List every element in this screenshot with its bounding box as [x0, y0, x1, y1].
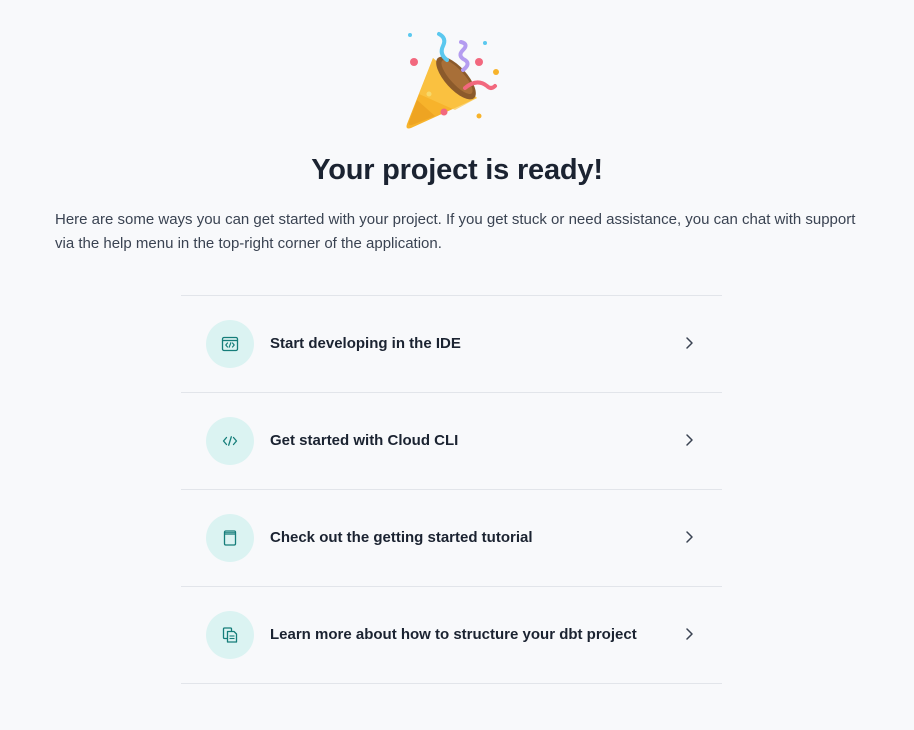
project-ready-page: Your project is ready! Here are some way…: [0, 0, 914, 730]
option-label: Check out the getting started tutorial: [270, 529, 533, 546]
documents-icon: [222, 627, 238, 643]
option-cloud-cli[interactable]: Get started with Cloud CLI: [181, 393, 722, 490]
party-popper-icon: [406, 32, 499, 129]
book-icon: [223, 530, 237, 546]
option-icon-circle: [206, 514, 254, 562]
option-icon-circle: [206, 320, 254, 368]
option-getting-started-tutorial[interactable]: Check out the getting started tutorial: [181, 490, 722, 587]
chevron-right-icon: [686, 434, 693, 446]
option-structure-dbt-project[interactable]: Learn more about how to structure your d…: [181, 587, 722, 684]
getting-started-options: Start developing in the IDE Get started …: [181, 295, 722, 684]
option-label: Get started with Cloud CLI: [270, 432, 459, 449]
intro-text: Here are some ways you can get started w…: [55, 211, 856, 252]
chevron-right-icon: [686, 531, 693, 543]
page-title: Your project is ready!: [311, 154, 603, 186]
code-window-icon: [221, 336, 239, 352]
option-label: Learn more about how to structure your d…: [270, 626, 637, 643]
option-label: Start developing in the IDE: [270, 335, 461, 352]
chevron-right-icon: [686, 337, 693, 349]
option-icon-circle: [206, 417, 254, 465]
option-start-developing-ide[interactable]: Start developing in the IDE: [181, 296, 722, 393]
option-icon-circle: [206, 611, 254, 659]
chevron-right-icon: [686, 628, 693, 640]
hero: [0, 0, 914, 140]
code-brackets-icon: [222, 436, 238, 446]
